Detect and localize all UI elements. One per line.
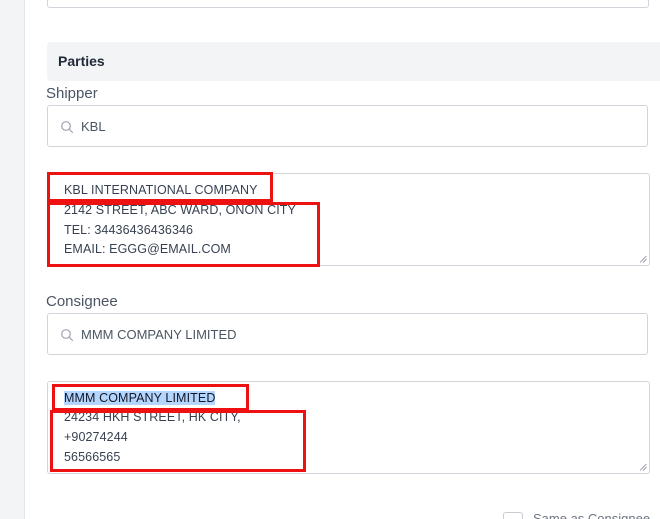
resize-grip-icon[interactable] [639,255,647,263]
section-header-parties: Parties [47,42,660,81]
previous-field[interactable] [47,0,649,8]
consignee-search-field[interactable] [47,313,648,355]
search-icon [61,121,74,134]
search-icon [61,329,74,342]
consignee-search-input[interactable] [81,314,631,354]
annotation-box-shipper-details [47,202,320,267]
same-as-consignee-label: Same as Consignee [533,511,651,519]
consignee-label: Consignee [46,293,118,310]
annotation-box-consignee-name [52,384,249,411]
shipper-label: Shipper [46,85,98,102]
left-gutter [0,0,24,519]
annotation-box-consignee-details [50,410,306,472]
same-as-consignee-checkbox[interactable] [503,512,523,519]
section-title: Parties [58,53,105,69]
annotation-box-shipper-name [47,172,273,202]
page: Parties Shipper KBL INTERNATIONAL COMPAN… [0,0,660,519]
resize-grip-icon[interactable] [639,463,647,471]
shipper-search-input[interactable] [81,106,631,146]
shipper-search-field[interactable] [47,105,648,147]
